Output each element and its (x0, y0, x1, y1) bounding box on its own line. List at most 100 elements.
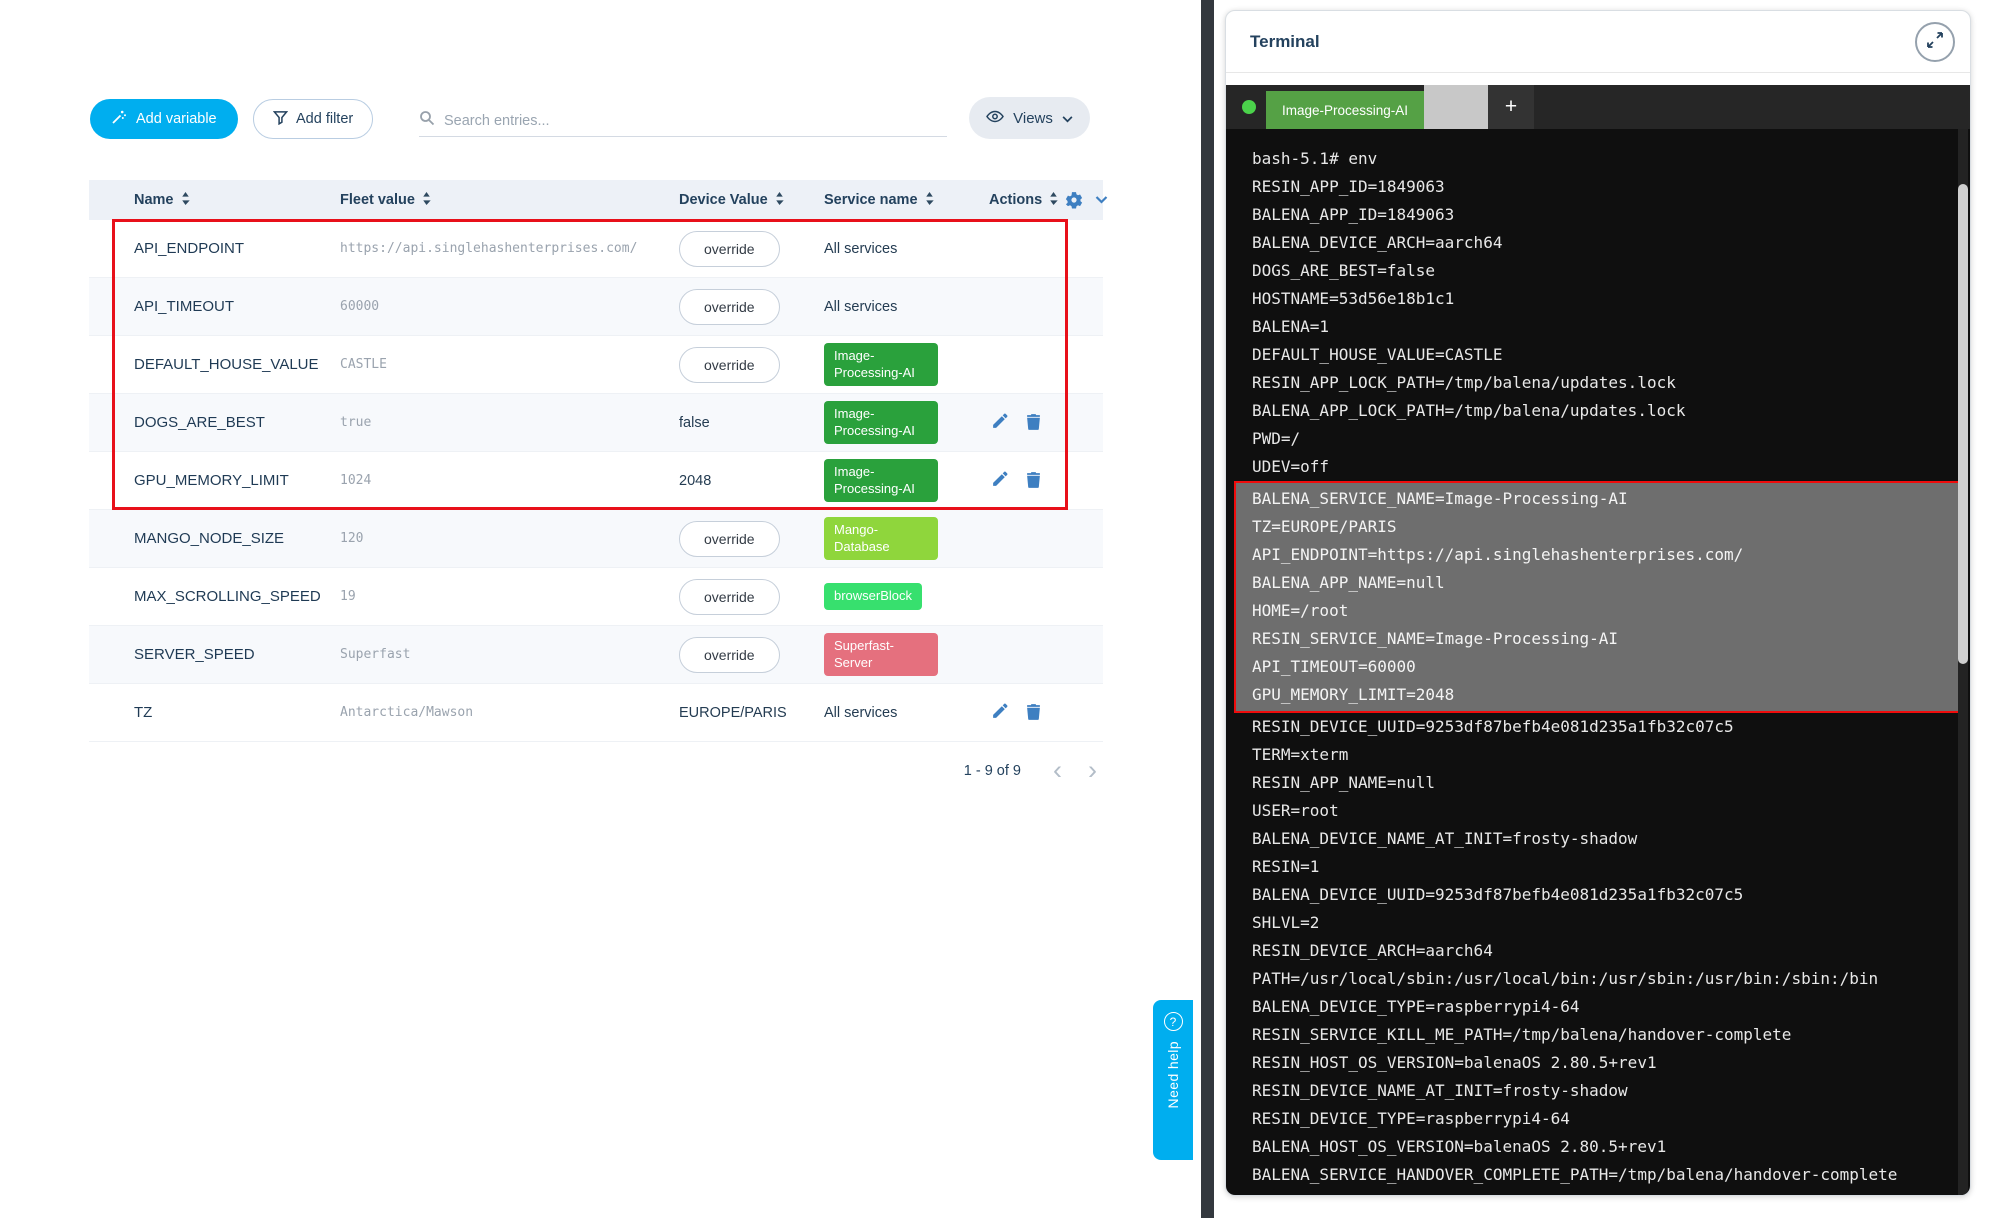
expand-terminal-button[interactable] (1915, 22, 1955, 62)
variable-name: MANGO_NODE_SIZE (134, 530, 340, 547)
variable-name: TZ (134, 704, 340, 721)
search-input[interactable] (444, 113, 947, 129)
delete-icon[interactable] (1024, 469, 1043, 493)
service-name-cell: Mango-Database (824, 517, 989, 560)
chevron-down-icon (1062, 110, 1073, 127)
service-name-cell: Superfast-Server (824, 633, 989, 676)
table-row-max_scrolling_speed: MAX_SCROLLING_SPEED19overridebrowserBloc… (89, 568, 1103, 626)
fleet-value[interactable]: true (340, 415, 679, 430)
service-name-cell: Image-Processing-AI (824, 459, 989, 502)
add-filter-button[interactable]: Add filter (253, 99, 373, 139)
terminal-header-gap (1226, 73, 1970, 85)
terminal-line: TERM=xterm (1252, 741, 1950, 769)
fleet-value[interactable]: Antarctica/Mawson (340, 705, 679, 720)
terminal-header: Terminal (1226, 11, 1970, 73)
terminal-line: RESIN_HOST_OS_VERSION=balenaOS 2.80.5+re… (1252, 1049, 1950, 1077)
terminal-line: BALENA_APP_ID=1849063 (1252, 201, 1950, 229)
fleet-value[interactable]: 120 (340, 531, 679, 546)
device-value-cell: override (679, 637, 824, 673)
search-icon (419, 110, 435, 131)
override-button[interactable]: override (679, 289, 780, 325)
terminal-line: RESIN_DEVICE_UUID=9253df87befb4e081d235a… (1252, 713, 1950, 741)
gear-icon[interactable] (1065, 191, 1083, 209)
terminal-line: BALENA_DEVICE_TYPE=raspberrypi4-64 (1252, 993, 1950, 1021)
prev-page-icon[interactable]: ‹ (1047, 757, 1068, 784)
table-row-dogs_are_best: DOGS_ARE_BESTtruefalseImage-Processing-A… (89, 394, 1103, 452)
table-header-row: Name Fleet value Device Value Service na… (89, 180, 1103, 220)
expand-icon (1926, 31, 1944, 52)
terminal-tab-image-processing-ai[interactable]: Image-Processing-AI (1266, 91, 1424, 129)
terminal-line: SHLVL=2 (1252, 909, 1950, 937)
terminal-line: PWD=/ (1252, 425, 1950, 453)
terminal-line: RESIN_APP_NAME=null (1252, 769, 1950, 797)
terminal-scrollbar-thumb[interactable] (1958, 184, 1968, 664)
override-button[interactable]: override (679, 637, 780, 673)
views-label: Views (1013, 110, 1053, 127)
device-value-cell: override (679, 231, 824, 267)
service-name: All services (824, 241, 897, 257)
terminal-output[interactable]: bash-5.1# envRESIN_APP_ID=1849063BALENA_… (1226, 129, 1970, 1196)
fleet-value[interactable]: 19 (340, 589, 679, 604)
fleet-value[interactable]: https://api.singlehashenterprises.com/ (340, 241, 679, 256)
device-value: 2048 (679, 473, 711, 489)
question-icon: ? (1164, 1012, 1183, 1031)
terminal-line: BALENA_HOST_OS_VERSION=balenaOS 2.80.5+r… (1252, 1133, 1950, 1161)
column-header-name[interactable]: Name (134, 192, 340, 209)
variable-name: DEFAULT_HOUSE_VALUE (134, 356, 340, 373)
column-header-device-value[interactable]: Device Value (679, 192, 824, 209)
next-page-icon[interactable]: › (1082, 757, 1103, 784)
terminal-highlighted-block: BALENA_SERVICE_NAME=Image-Processing-AIT… (1234, 481, 1963, 713)
views-button[interactable]: Views (969, 97, 1090, 139)
sort-icon (422, 192, 431, 209)
variable-name: GPU_MEMORY_LIMIT (134, 472, 340, 489)
fleet-value[interactable]: Superfast (340, 647, 679, 662)
add-variable-button[interactable]: Add variable (90, 99, 238, 139)
service-name: All services (824, 705, 897, 721)
delete-icon[interactable] (1024, 701, 1043, 725)
filter-icon (273, 110, 288, 129)
sort-icon (925, 192, 934, 209)
terminal-line: API_TIMEOUT=60000 (1252, 653, 1961, 681)
column-header-actions[interactable]: Actions (989, 191, 1118, 209)
need-help-tab[interactable]: ? Need help (1153, 1000, 1193, 1160)
sort-icon (1049, 192, 1058, 209)
column-label: Fleet value (340, 192, 415, 208)
terminal-line: BALENA_SERVICE_NAME=Image-Processing-AI (1252, 485, 1961, 513)
add-terminal-tab-button[interactable]: + (1488, 85, 1534, 129)
terminal-tab-label: Image-Processing-AI (1282, 103, 1408, 118)
terminal-line: BALENA=1 (1252, 313, 1950, 341)
fleet-value[interactable]: 1024 (340, 473, 679, 488)
variable-name: SERVER_SPEED (134, 646, 340, 663)
service-name-cell: All services (824, 298, 989, 316)
edit-icon[interactable] (989, 411, 1010, 435)
sort-icon (181, 192, 190, 209)
fleet-value[interactable]: 60000 (340, 299, 679, 314)
terminal-line: TZ=EUROPE/PARIS (1252, 513, 1961, 541)
edit-icon[interactable] (989, 469, 1010, 493)
edit-icon[interactable] (989, 701, 1010, 725)
terminal-line: HOSTNAME=53d56e18b1c1 (1252, 285, 1950, 313)
header-chevron-down-icon[interactable] (1095, 196, 1108, 204)
override-button[interactable]: override (679, 347, 780, 383)
terminal-line: PATH=/usr/local/sbin:/usr/local/bin:/usr… (1252, 965, 1950, 993)
delete-icon[interactable] (1024, 411, 1043, 435)
column-header-fleet-value[interactable]: Fleet value (340, 192, 679, 209)
terminal-line: BALENA_APP_LOCK_PATH=/tmp/balena/updates… (1252, 397, 1950, 425)
terminal-line: RESIN_APP_LOCK_PATH=/tmp/balena/updates.… (1252, 369, 1950, 397)
column-header-service-name[interactable]: Service name (824, 192, 989, 209)
override-button[interactable]: override (679, 521, 780, 557)
table-row-api_endpoint: API_ENDPOINThttps://api.singlehashenterp… (89, 220, 1103, 278)
service-badge: Image-Processing-AI (824, 343, 938, 386)
terminal-line: RESIN_APP_ID=1849063 (1252, 173, 1950, 201)
variable-name: API_TIMEOUT (134, 298, 340, 315)
panel-divider[interactable] (1201, 0, 1214, 1218)
device-value: EUROPE/PARIS (679, 705, 787, 721)
views-icon (986, 110, 1004, 127)
override-button[interactable]: override (679, 231, 780, 267)
tab-separator (1424, 85, 1488, 129)
device-value-cell: override (679, 521, 824, 557)
table-row-mango_node_size: MANGO_NODE_SIZE120override Mango-Database (89, 510, 1103, 568)
fleet-value[interactable]: CASTLE (340, 357, 679, 372)
override-button[interactable]: override (679, 579, 780, 615)
terminal-line: RESIN_DEVICE_NAME_AT_INIT=frosty-shadow (1252, 1077, 1950, 1105)
